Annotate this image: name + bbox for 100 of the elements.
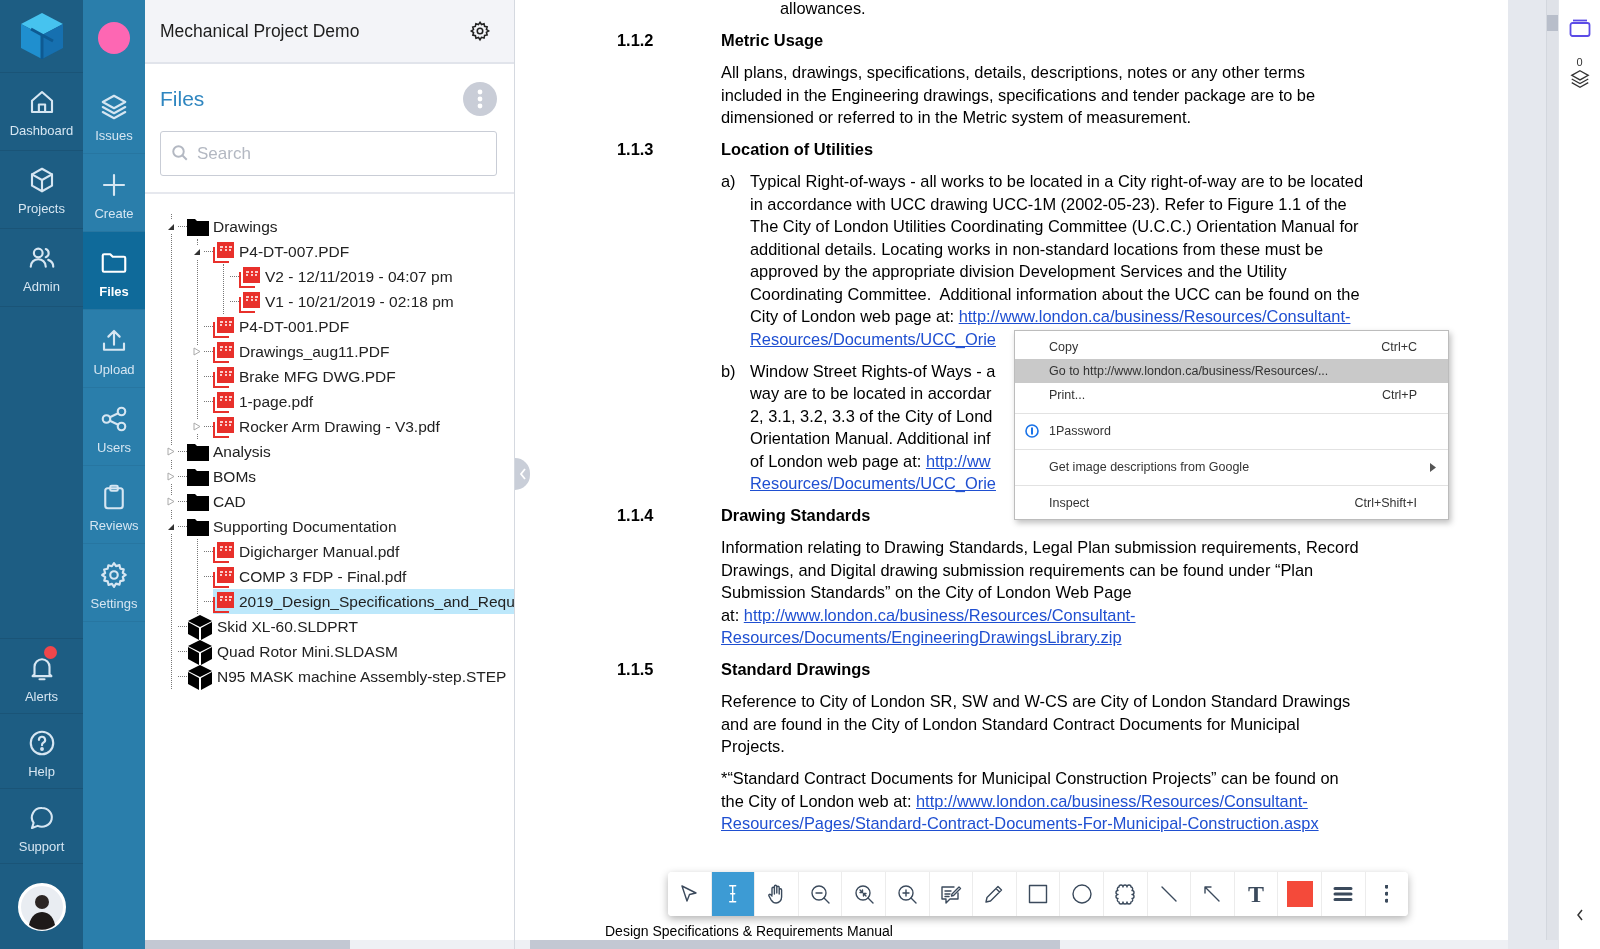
folder-icon: [187, 517, 209, 536]
section-heading: Drawing Standards: [721, 505, 871, 526]
layer-count: 0: [1576, 56, 1583, 68]
pdf-file-icon: [213, 340, 235, 363]
zoom-fit-button[interactable]: [842, 872, 886, 916]
cloud-icon: [1113, 882, 1138, 906]
collapse-button[interactable]: [1575, 909, 1584, 921]
triangle-icon: [167, 472, 175, 481]
folder-icon: [187, 442, 209, 461]
tree-item[interactable]: Drawings: [187, 214, 514, 239]
logo[interactable]: [18, 11, 65, 61]
hand-tool-button[interactable]: [755, 872, 799, 916]
tree-item[interactable]: Brake MFG DWG.PDF: [213, 364, 514, 389]
color-swatch-button[interactable]: [1278, 872, 1322, 916]
tree-item[interactable]: CAD: [187, 489, 514, 514]
list-marker: b): [721, 360, 737, 382]
tree-item[interactable]: Digicharger Manual.pdf: [213, 539, 514, 564]
tree-item[interactable]: Drawings_aug11.PDF: [213, 339, 514, 364]
password-manager-icon: [1025, 424, 1039, 438]
tree-item[interactable]: 2019_Design_Specifications_and_Requ: [213, 589, 514, 614]
link[interactable]: http://www.london.ca/business/Resources/Consultant-: [916, 791, 1308, 810]
tree-item[interactable]: V2 - 12/11/2019 - 04:07 pm: [239, 264, 514, 289]
rectangle-tool-button[interactable]: [1016, 872, 1061, 916]
layers-icon: [99, 92, 129, 122]
triangle-icon: [193, 422, 201, 431]
share-icon: [99, 404, 129, 434]
card-button[interactable]: [1568, 18, 1591, 38]
folder-icon: [187, 492, 209, 511]
settings-button[interactable]: [469, 20, 491, 42]
tree-item[interactable]: BOMs: [187, 464, 514, 489]
folder-icon: [187, 467, 209, 486]
tree-item[interactable]: Supporting Documentation: [187, 514, 514, 539]
link[interactable]: http://www.london.ca/business/Resources/Consultant-: [743, 605, 1136, 624]
pdf-file-icon: [213, 540, 235, 563]
cube-icon: [187, 663, 213, 690]
section-heading: Metric Usage: [721, 30, 824, 51]
menu-item[interactable]: Inspect Ctrl+Shift+I: [1015, 491, 1448, 515]
more-icon: [477, 89, 483, 109]
circle-icon: [1069, 882, 1094, 906]
tree-item[interactable]: P4-DT-007.PDF: [213, 239, 514, 264]
scrollbar-thumb[interactable]: [145, 940, 350, 949]
search-field[interactable]: Search: [160, 131, 497, 176]
section-heading: Standard Drawings: [721, 659, 871, 680]
paragraph: Window Street Rights-of Ways - a way are to be located in accordar 2, 3.1, 3.2, 3.3 of the City of Lond Orientation Manual. Additional inf of London web page at: http://ww Resources/Documents/UCC_Orie: [750, 360, 996, 494]
triangle-icon: [193, 347, 201, 356]
tree-item[interactable]: V1 - 10/21/2019 - 02:18 pm: [239, 289, 514, 314]
paragraph: *“Standard Contract Documents for Municipal Construction Projects” can be found on the City of London web at: http://www.london.ca/business/Resources/Consultant- Resources/Pages/Standard-Contract-Documents-For-Municipal-Construction.aspx: [720, 768, 1340, 834]
search-icon: [171, 144, 189, 162]
zoom-in-button[interactable]: [885, 872, 930, 916]
project-title: Mechanical Project Demo: [160, 20, 360, 42]
tree-item[interactable]: Quad Rotor Mini.SLDASM: [187, 639, 514, 664]
scrollbar-thumb[interactable]: [530, 940, 1060, 949]
cube-icon: [187, 638, 213, 665]
pointer-tool-button[interactable]: [668, 872, 712, 916]
tree-item[interactable]: 1-page.pdf: [213, 389, 514, 414]
tree-item[interactable]: N95 MASK machine Assembly-step.STEP: [187, 664, 514, 689]
section-number: 1.1.4: [617, 505, 655, 526]
pencil-tool-button[interactable]: [973, 872, 1017, 916]
tree-item[interactable]: Rocker Arm Drawing - V3.pdf: [213, 414, 514, 439]
chevron-left-icon: [518, 468, 527, 480]
tree-item[interactable]: COMP 3 FDP - Final.pdf: [213, 564, 514, 589]
comment-tool-button[interactable]: [929, 872, 974, 916]
pdf-file-icon: [213, 590, 235, 613]
menu-item[interactable]: 1Password: [1015, 419, 1448, 443]
settings-icon: [469, 20, 491, 42]
link[interactable]: http://ww: [925, 451, 991, 470]
paragraph: allowances.: [779, 0, 867, 19]
collapse-handle[interactable]: [515, 458, 530, 490]
triangle-icon: [167, 497, 175, 506]
line-weight-button[interactable]: [1321, 872, 1366, 916]
menu-item[interactable]: Print... Ctrl+P: [1015, 383, 1448, 407]
triangle-icon: [167, 447, 175, 456]
zoom-out-button[interactable]: [798, 872, 843, 916]
ellipse-tool-button[interactable]: [1060, 872, 1104, 916]
cloud-tool-button[interactable]: [1103, 872, 1148, 916]
menu-item[interactable]: Copy Ctrl+C: [1015, 335, 1448, 359]
layers-button[interactable]: [1568, 68, 1591, 90]
link[interactable]: Resources/Documents/UCC_Orie: [750, 474, 996, 492]
tree-item[interactable]: Analysis: [187, 439, 514, 464]
paragraph: Information relating to Drawing Standards, Legal Plan submission requirements, Record Drawings, and Digital drawing submission requirements can be found under “Plan Submission Standards” on the City of London Web Page at: http://www.london.ca/business/Resources/Consultant- Resources/Documents/EngineeringDrawingsLibrary.zip: [720, 537, 1360, 648]
link[interactable]: Resources/Documents/UCC_Orie: [750, 329, 996, 348]
scrollbar-thumb[interactable]: [1547, 15, 1558, 31]
layers-icon: [1568, 68, 1591, 90]
text-tool-button[interactable]: T: [1234, 872, 1279, 916]
paragraph: Reference to City of London SR, SW and W-CS are City of London Standard Drawings and are found in the City of London Standard Contract Documents for Municipal Projects.: [720, 691, 1352, 757]
link[interactable]: Resources/Pages/Standard-Contract-Documents-For-Municipal-Construction.aspx: [721, 814, 1319, 832]
tree-item[interactable]: Skid XL-60.SLDPRT: [187, 614, 514, 639]
pdf-file-icon: [213, 240, 235, 263]
nav-item[interactable]: Files: [83, 232, 145, 310]
link[interactable]: http://www.london.ca/business/Resources/Consultant-: [958, 307, 1351, 325]
settings-icon: [99, 560, 129, 590]
menu-item[interactable]: Go to http://www.london.ca/business/Resources/...: [1015, 359, 1448, 383]
section-heading: Location of Utilities: [721, 139, 874, 160]
menu-item[interactable]: Get image descriptions from Google: [1015, 455, 1448, 479]
link[interactable]: Resources/Documents/EngineeringDrawingsLibrary.zip: [721, 628, 1122, 646]
pdf-file-icon: [213, 415, 235, 438]
avatar[interactable]: [17, 882, 66, 931]
pdf-file-icon: [213, 365, 235, 388]
triangle-icon: [193, 247, 201, 256]
tree-item[interactable]: P4-DT-001.PDF: [213, 314, 514, 339]
